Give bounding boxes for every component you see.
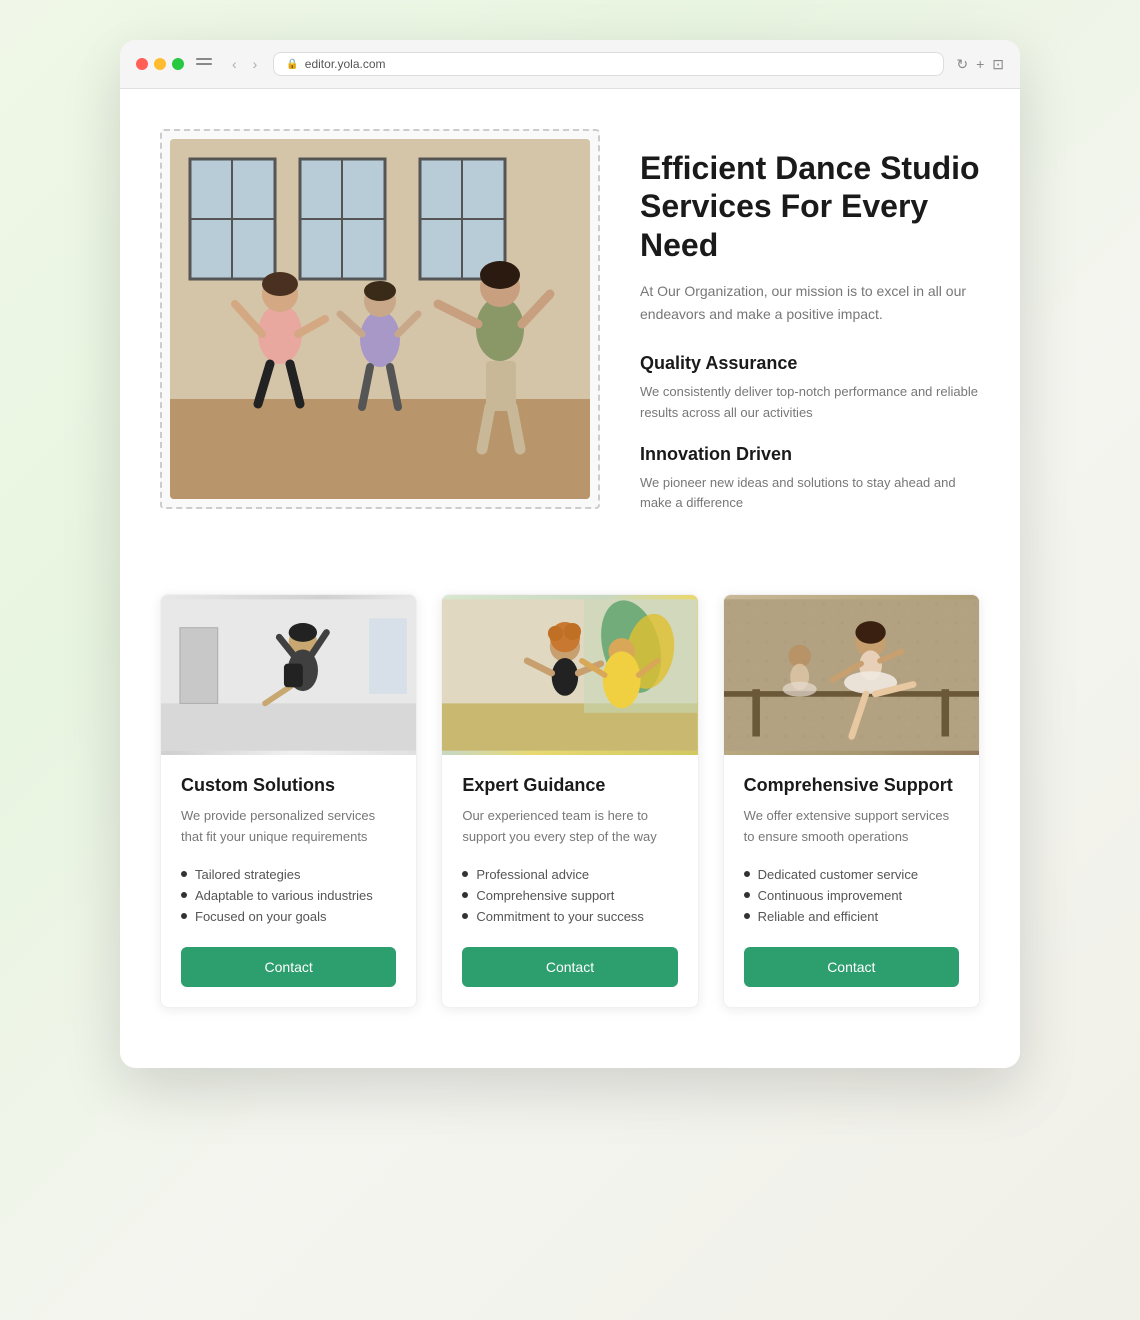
browser-chrome: ‹ › 🔒 editor.yola.com ↻ + ⊡ [120,40,1020,89]
list-item-text: Continuous improvement [758,888,903,903]
hero-section: Efficient Dance Studio Services For Ever… [160,129,980,534]
hero-subtitle: At Our Organization, our mission is to e… [640,280,980,325]
card-2-image [442,595,697,755]
bullet-icon [181,892,187,898]
extensions-icon[interactable]: ⊡ [992,56,1004,73]
list-item-text: Focused on your goals [195,909,327,924]
card-3-title: Comprehensive Support [744,775,959,796]
card-2-contact-button[interactable]: Contact [462,947,677,987]
minimize-button[interactable] [154,58,166,70]
card-custom-solutions: Custom Solutions We provide personalized… [160,594,417,1008]
back-button[interactable]: ‹ [228,54,241,74]
close-button[interactable] [136,58,148,70]
hero-image-container [160,129,600,509]
card-2-title: Expert Guidance [462,775,677,796]
bullet-icon [181,871,187,877]
card-1-body: Custom Solutions We provide personalized… [161,755,416,1007]
card-2-list: Professional advice Comprehensive suppor… [462,864,677,927]
list-item: Dedicated customer service [744,864,959,885]
bullet-icon [744,913,750,919]
list-item: Professional advice [462,864,677,885]
hero-image [170,139,590,499]
cards-section: Custom Solutions We provide personalized… [160,594,980,1008]
card-comprehensive-support: Comprehensive Support We offer extensive… [723,594,980,1008]
list-item-text: Dedicated customer service [758,867,918,882]
browser-window: ‹ › 🔒 editor.yola.com ↻ + ⊡ [120,40,1020,1068]
forward-button[interactable]: › [249,54,262,74]
list-item: Focused on your goals [181,906,396,927]
bullet-icon [744,871,750,877]
bullet-icon [744,892,750,898]
list-item: Comprehensive support [462,885,677,906]
url-text: editor.yola.com [305,57,386,71]
list-item: Reliable and efficient [744,906,959,927]
card-1-desc: We provide personalized services that fi… [181,806,396,848]
card-expert-guidance: Expert Guidance Our experienced team is … [441,594,698,1008]
list-item-text: Tailored strategies [195,867,301,882]
card-2-desc: Our experienced team is here to support … [462,806,677,848]
card-1-list: Tailored strategies Adaptable to various… [181,864,396,927]
list-item: Adaptable to various industries [181,885,396,906]
list-item-text: Professional advice [476,867,589,882]
card-1-image [161,595,416,755]
tabs-icon[interactable] [196,58,212,70]
feature-innovation: Innovation Driven We pioneer new ideas a… [640,444,980,515]
list-item-text: Reliable and efficient [758,909,878,924]
traffic-lights [136,58,184,70]
card-2-body: Expert Guidance Our experienced team is … [442,755,697,1007]
dance-scene-svg [170,139,590,499]
address-bar[interactable]: 🔒 editor.yola.com [273,52,944,76]
list-item: Tailored strategies [181,864,396,885]
card-3-contact-button[interactable]: Contact [744,947,959,987]
add-tab-icon[interactable]: + [976,56,984,73]
maximize-button[interactable] [172,58,184,70]
hero-title: Efficient Dance Studio Services For Ever… [640,149,980,264]
card-3-desc: We offer extensive support services to e… [744,806,959,848]
bullet-icon [462,871,468,877]
list-item-text: Comprehensive support [476,888,614,903]
lock-icon: 🔒 [286,59,298,70]
card-3-list: Dedicated customer service Continuous im… [744,864,959,927]
card-1-contact-button[interactable]: Contact [181,947,396,987]
card-3-body: Comprehensive Support We offer extensive… [724,755,979,1007]
browser-nav: ‹ › [228,54,261,74]
list-item: Continuous improvement [744,885,959,906]
bullet-icon [181,913,187,919]
bullet-icon [462,913,468,919]
browser-content: Efficient Dance Studio Services For Ever… [120,89,1020,1068]
feature-quality-title: Quality Assurance [640,353,980,374]
card-1-title: Custom Solutions [181,775,396,796]
hero-dashed-border [160,129,600,509]
feature-quality: Quality Assurance We consistently delive… [640,353,980,424]
feature-quality-desc: We consistently deliver top-notch perfor… [640,382,980,424]
browser-actions: ↻ + ⊡ [956,56,1004,73]
share-icon[interactable]: ↻ [956,56,968,73]
card-3-image [724,595,979,755]
hero-text: Efficient Dance Studio Services For Ever… [640,129,980,534]
list-item: Commitment to your success [462,906,677,927]
list-item-text: Adaptable to various industries [195,888,373,903]
feature-innovation-desc: We pioneer new ideas and solutions to st… [640,473,980,515]
list-item-text: Commitment to your success [476,909,644,924]
bullet-icon [462,892,468,898]
feature-innovation-title: Innovation Driven [640,444,980,465]
